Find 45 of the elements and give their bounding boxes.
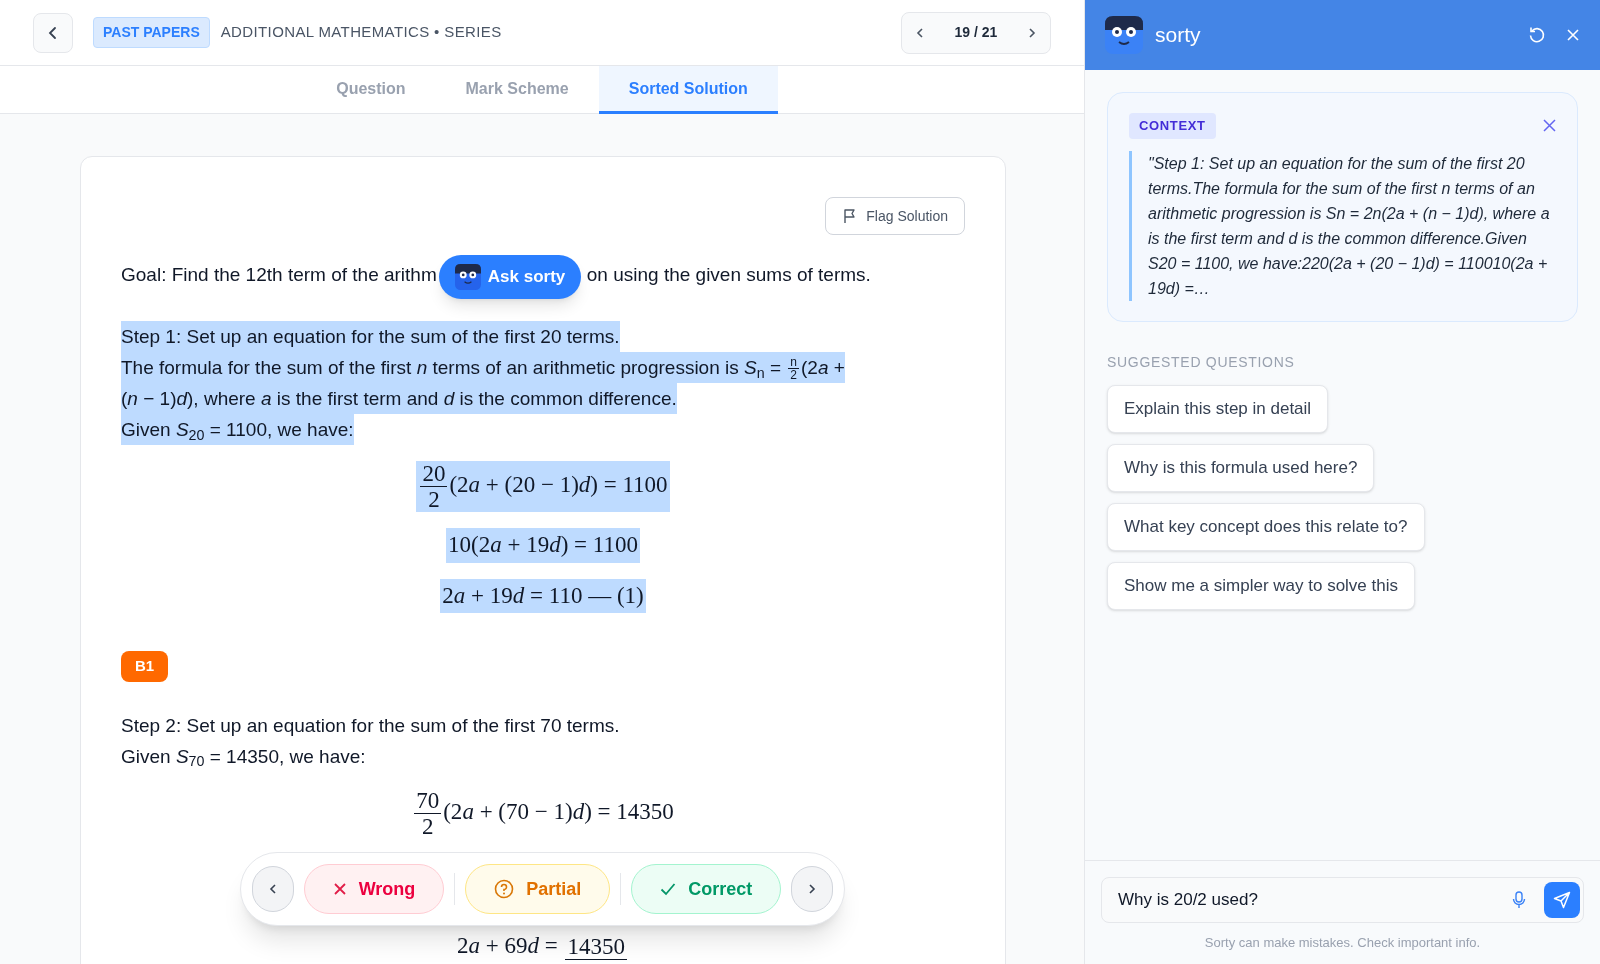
suggested-question[interactable]: Show me a simpler way to solve this bbox=[1107, 561, 1415, 610]
close-icon[interactable] bbox=[1543, 119, 1556, 133]
equation: 10(2a + 19d) = 1100 bbox=[446, 528, 640, 563]
breadcrumb: ADDITIONAL MATHEMATICS • SERIES bbox=[220, 22, 502, 43]
equation: 2a + 69d = 14350 bbox=[456, 931, 628, 963]
category-badge: PAST PAPERS bbox=[93, 17, 210, 48]
tab[interactable]: Question bbox=[306, 66, 436, 114]
refresh-icon[interactable] bbox=[1528, 26, 1546, 44]
microphone-icon[interactable] bbox=[1512, 890, 1526, 909]
context-quote: "Step 1: Set up an equation for the sum of the first 20 terms.The formula for the sum of the first n terms of an arithmetic progression is Sn = 2n(2a + (n − 1)d), where a is the first term and d is the common difference.Given S20 = 1100, we have:220(2a + (20 − 1)d) = 110010(2a + 19d) =… bbox=[1148, 153, 1551, 299]
send-button[interactable] bbox=[1544, 881, 1580, 918]
flag-solution-button[interactable]: Flag Solution bbox=[825, 197, 965, 235]
tab[interactable]: Mark Scheme bbox=[435, 66, 599, 114]
step-text: Given S$_{20}$ = 1100, we have: bbox=[121, 414, 354, 445]
send-icon bbox=[1553, 890, 1571, 909]
step-text: Step 1: Set up an equation for the sum of the first 20 terms. bbox=[121, 321, 620, 352]
section-heading: SUGGESTED QUESTIONS bbox=[1107, 352, 1296, 372]
mark-badge: B1 bbox=[121, 651, 169, 682]
chevron-left-icon[interactable] bbox=[914, 26, 926, 39]
equation: 2a + 19d = 110 — (1) bbox=[440, 578, 646, 613]
context-label: CONTEXT bbox=[1129, 113, 1216, 139]
question-icon bbox=[494, 879, 515, 899]
ask-sorty-button[interactable]: Ask sorty bbox=[438, 255, 582, 299]
goal-text: on using the given sums of terms. bbox=[586, 263, 871, 287]
assistant-title: sorty bbox=[1155, 22, 1201, 49]
suggested-question[interactable]: What key concept does this relate to? bbox=[1107, 502, 1425, 551]
tab[interactable]: Sorted Solution bbox=[598, 66, 778, 114]
message-field[interactable]: Why is 20/2 used? bbox=[1101, 876, 1584, 923]
chevron-right-icon[interactable] bbox=[1026, 26, 1038, 39]
partial-button[interactable]: Partial bbox=[465, 864, 611, 914]
close-icon bbox=[332, 882, 347, 896]
wrong-button[interactable]: Wrong bbox=[303, 864, 445, 914]
mascot-icon bbox=[454, 264, 481, 290]
step-text: Step 2: Set up an equation for the sum of the first 70 terms. bbox=[121, 713, 620, 738]
suggested-question[interactable]: Explain this step in detail bbox=[1107, 384, 1329, 433]
checkmark-icon bbox=[660, 882, 677, 896]
disclaimer-text: Sorty can make mistakes. Check important info. bbox=[1203, 933, 1482, 952]
correct-button[interactable]: Correct bbox=[631, 864, 782, 914]
suggested-question[interactable]: Why is this formula used here? bbox=[1107, 443, 1375, 492]
mascot-icon bbox=[1105, 16, 1143, 54]
goal-text: Goal: Find the 12th term of the arithm bbox=[121, 263, 437, 287]
step-text: (n − 1)d), where a is the first term and d is the common difference. bbox=[121, 383, 677, 414]
back-button[interactable] bbox=[33, 12, 73, 53]
step-text: Given S$_{70}$ = 14350, we have: bbox=[121, 744, 366, 772]
page-counter: 19 / 21 bbox=[954, 23, 998, 42]
